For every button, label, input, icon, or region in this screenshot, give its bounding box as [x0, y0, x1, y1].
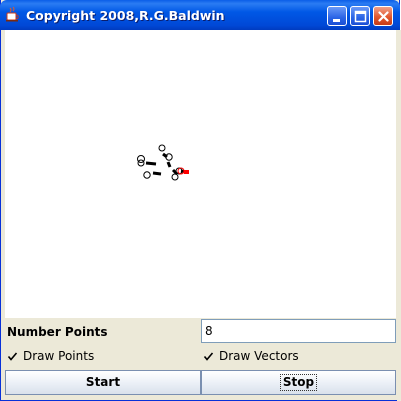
stop-button-label: Stop — [279, 374, 318, 391]
drawing-canvas — [5, 30, 396, 318]
stop-button[interactable]: Stop — [201, 370, 396, 395]
number-points-field[interactable]: 8 — [201, 319, 396, 343]
close-button[interactable] — [373, 6, 393, 26]
minimize-icon — [333, 19, 340, 22]
points-and-vectors-drawing — [137, 144, 189, 181]
draw-vectors-checkbox[interactable]: Draw Vectors — [203, 348, 299, 364]
point-3 — [158, 144, 166, 152]
highlight-point — [177, 167, 189, 175]
point-5 — [143, 171, 151, 179]
window-title: Copyright 2008,R.G.Baldwin — [26, 8, 225, 23]
checkmark-icon — [203, 351, 214, 362]
window-right-edge — [397, 30, 401, 401]
draw-points-label: Draw Points — [23, 349, 95, 363]
start-button-label: Start — [85, 375, 121, 389]
vector-1 — [145, 161, 157, 166]
close-icon — [378, 11, 389, 22]
start-button[interactable]: Start — [5, 370, 201, 395]
checkmark-icon — [7, 351, 18, 362]
vector-4 — [166, 161, 172, 168]
vector-2 — [152, 171, 162, 176]
maximize-icon — [354, 10, 367, 23]
maximize-button[interactable] — [350, 6, 370, 26]
java-cup-icon — [6, 6, 20, 22]
minimize-button[interactable] — [327, 6, 347, 26]
title-bar[interactable]: Copyright 2008,R.G.Baldwin — [0, 0, 400, 30]
app-window: Copyright 2008,R.G.Baldwin Number Points… — [0, 0, 401, 401]
number-points-label: Number Points — [7, 325, 108, 339]
control-panel: Number Points 8 Draw Points Draw Vectors… — [5, 318, 396, 396]
point-6 — [171, 173, 179, 181]
draw-vectors-label: Draw Vectors — [219, 349, 299, 363]
draw-points-checkbox[interactable]: Draw Points — [7, 348, 94, 364]
